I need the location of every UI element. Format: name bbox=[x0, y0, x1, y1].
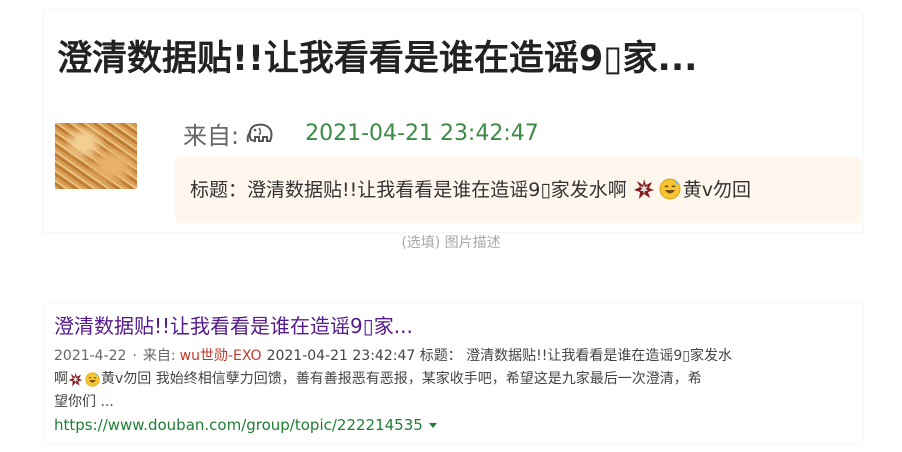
page-title: 澄清数据贴!!让我看看是谁在造谣9▯家... bbox=[57, 39, 698, 79]
search-result-url[interactable]: https://www.douban.com/group/topic/22221… bbox=[54, 416, 437, 434]
title-box-suffix: 黄v勿回 bbox=[682, 179, 752, 201]
image-caption: (选填) 图片描述 bbox=[401, 235, 501, 251]
title-box-prefix: 标题：澄清数据贴!!让我看看是谁在造谣9▯家发水啊 bbox=[190, 179, 627, 201]
result-from-label: 来自: bbox=[142, 348, 176, 364]
sweat-smile-emoji-icon bbox=[659, 178, 681, 200]
search-result-snippet: 2021-4-22 · 来自: wu世勋-EXO 2021-04-21 23:4… bbox=[54, 345, 854, 414]
snippet-line-2-start: 啊 bbox=[54, 371, 68, 387]
anger-emoji-icon bbox=[68, 372, 83, 387]
anger-emoji-icon bbox=[633, 178, 655, 200]
caret-down-icon[interactable] bbox=[428, 422, 437, 428]
sweat-smile-emoji-icon bbox=[85, 372, 100, 387]
result-date: 2021-4-22 bbox=[54, 348, 127, 364]
result-author: wu世勋-EXO bbox=[179, 348, 262, 364]
result-url-text[interactable]: https://www.douban.com/group/topic/22221… bbox=[54, 416, 423, 434]
meta-separator: · bbox=[132, 348, 137, 364]
search-result-title-link[interactable]: 澄清数据贴!!让我看看是谁在造谣9▯家... bbox=[54, 310, 413, 339]
title-box-text: 标题：澄清数据贴!!让我看看是谁在造谣9▯家发水啊 黄v勿回 bbox=[190, 175, 751, 202]
elephant-icon[interactable] bbox=[245, 120, 275, 146]
snippet-line-2-rest: 黄v勿回 我始终相信孽力回馈，善有善报恶有恶报，某家收手吧，希望这是九家最后一次… bbox=[101, 371, 702, 387]
from-label: 来自: bbox=[183, 121, 240, 150]
snippet-line-3: 望你们 ... bbox=[54, 391, 854, 414]
snippet-line-1: 2021-4-22 · 来自: wu世勋-EXO 2021-04-21 23:4… bbox=[54, 345, 854, 368]
post-date: 2021-04-21 23:42:47 bbox=[305, 120, 539, 146]
snippet-line-3-text: 望你们 ... bbox=[54, 394, 114, 410]
avatar[interactable] bbox=[55, 123, 137, 189]
snippet-line-2: 啊 黄v勿回 我始终相信孽力回馈，善有善报恶有恶报，某家收手吧，希望这是九家最后… bbox=[54, 368, 854, 391]
snippet-line-1-rest: 2021-04-21 23:42:47 标题： 澄清数据贴!!让我看看是谁在造谣… bbox=[266, 348, 733, 364]
post-meta: 来自: 2021-04-21 23:42:47 bbox=[183, 116, 539, 150]
